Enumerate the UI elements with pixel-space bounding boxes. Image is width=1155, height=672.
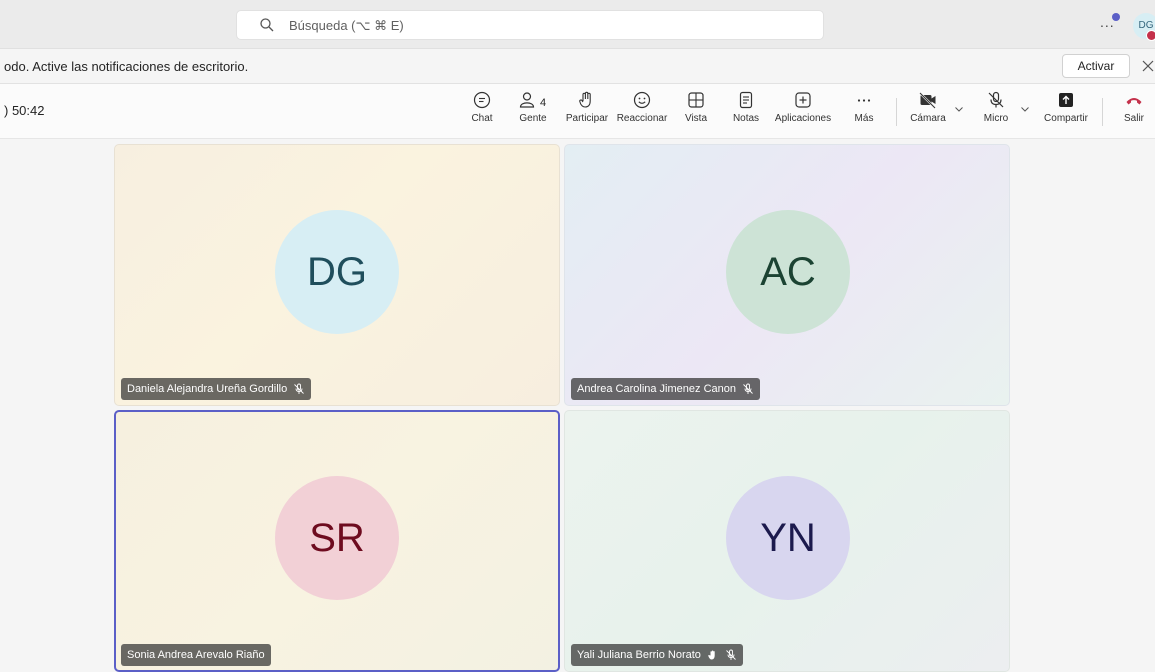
status-indicator [1146, 30, 1155, 41]
camera-label: Cámara [910, 113, 946, 124]
chat-label: Chat [471, 113, 493, 124]
smiley-icon [633, 91, 651, 109]
react-label: Reaccionar [616, 113, 668, 124]
more-label: Más [854, 113, 874, 124]
camera-button[interactable]: Cámara [908, 90, 948, 132]
avatar: AC [726, 210, 850, 334]
participant-tile-speaking[interactable]: SR Sonia Andrea Arevalo Riaño [114, 410, 560, 672]
grid-view-icon [688, 92, 704, 108]
mic-options-chevron-down-icon[interactable] [1020, 104, 1030, 114]
toolbar-divider [896, 98, 897, 126]
more-icon [857, 99, 871, 102]
notification-message: odo. Active las notificaciones de escrit… [4, 59, 249, 74]
notes-button[interactable]: Notas [731, 90, 761, 132]
title-bar: Búsqueda (⌥ ⌘ E) ... DG [0, 0, 1155, 49]
chat-button[interactable]: Chat [470, 90, 494, 132]
mic-button[interactable]: Micro [980, 90, 1012, 132]
raise-hand-label: Participar [565, 113, 609, 124]
participant-name-tag: Andrea Carolina Jimenez Canon [571, 378, 760, 400]
notes-label: Notas [732, 113, 760, 124]
share-screen-icon [1059, 93, 1073, 107]
participant-name: Andrea Carolina Jimenez Canon [577, 383, 736, 395]
mic-off-icon [743, 383, 753, 394]
camera-off-icon [919, 92, 936, 109]
share-label: Compartir [1044, 113, 1088, 124]
view-button[interactable]: Vista [684, 90, 708, 132]
activate-notifications-button[interactable]: Activar [1062, 54, 1130, 78]
hand-icon [579, 91, 591, 108]
apps-button[interactable]: Aplicaciones [772, 90, 834, 132]
participant-name: Daniela Alejandra Ureña Gordillo [127, 383, 288, 395]
profile-avatar[interactable]: DG [1133, 13, 1155, 41]
avatar: SR [275, 476, 399, 600]
react-button[interactable]: Reaccionar [614, 90, 670, 132]
view-label: Vista [684, 113, 708, 124]
notes-icon [739, 91, 753, 109]
people-label: Gente [519, 113, 547, 124]
mic-label: Micro [983, 113, 1009, 124]
avatar: YN [726, 476, 850, 600]
mic-off-icon [726, 649, 736, 660]
more-button[interactable]: Más [852, 90, 876, 132]
close-icon[interactable] [1140, 58, 1155, 74]
notification-banner: odo. Active las notificaciones de escrit… [0, 49, 1155, 84]
mic-off-icon [294, 383, 305, 394]
participant-name-tag: Yali Juliana Berrio Norato [571, 644, 743, 666]
notification-dot [1112, 13, 1120, 21]
toolbar-divider [1102, 98, 1103, 126]
participant-name: Yali Juliana Berrio Norato [577, 649, 701, 661]
participant-name: Sonia Andrea Arevalo Riaño [127, 649, 265, 661]
hand-raised-icon [708, 650, 715, 660]
meeting-timer: ) 50:42 [4, 103, 45, 118]
participant-tile[interactable]: DG Daniela Alejandra Ureña Gordillo [114, 144, 560, 406]
mic-off-icon [988, 91, 1004, 108]
participant-tile[interactable]: YN Yali Juliana Berrio Norato [564, 410, 1010, 672]
participant-tile[interactable]: AC Andrea Carolina Jimenez Canon [564, 144, 1010, 406]
avatar: DG [275, 210, 399, 334]
leave-button[interactable]: Salir [1118, 90, 1150, 132]
add-app-icon [795, 92, 811, 108]
people-icon [519, 92, 535, 108]
participant-name-tag: Daniela Alejandra Ureña Gordillo [121, 378, 312, 400]
share-button[interactable]: Compartir [1040, 90, 1092, 132]
raise-hand-button[interactable]: Participar [560, 90, 614, 132]
people-count: 4 [540, 97, 547, 109]
camera-options-chevron-down-icon[interactable] [954, 104, 964, 114]
search-placeholder: Búsqueda (⌥ ⌘ E) [289, 18, 404, 33]
hang-up-icon [1126, 98, 1142, 105]
search-box[interactable]: Búsqueda (⌥ ⌘ E) [236, 10, 824, 40]
leave-label: Salir [1123, 113, 1144, 124]
chat-icon [473, 91, 491, 109]
apps-label: Aplicaciones [774, 113, 832, 124]
search-icon [260, 18, 274, 32]
meeting-toolbar: ) 50:42 Chat Gente 4 Participar Reaccion… [0, 84, 1155, 139]
participant-name-tag: Sonia Andrea Arevalo Riaño [121, 644, 271, 666]
